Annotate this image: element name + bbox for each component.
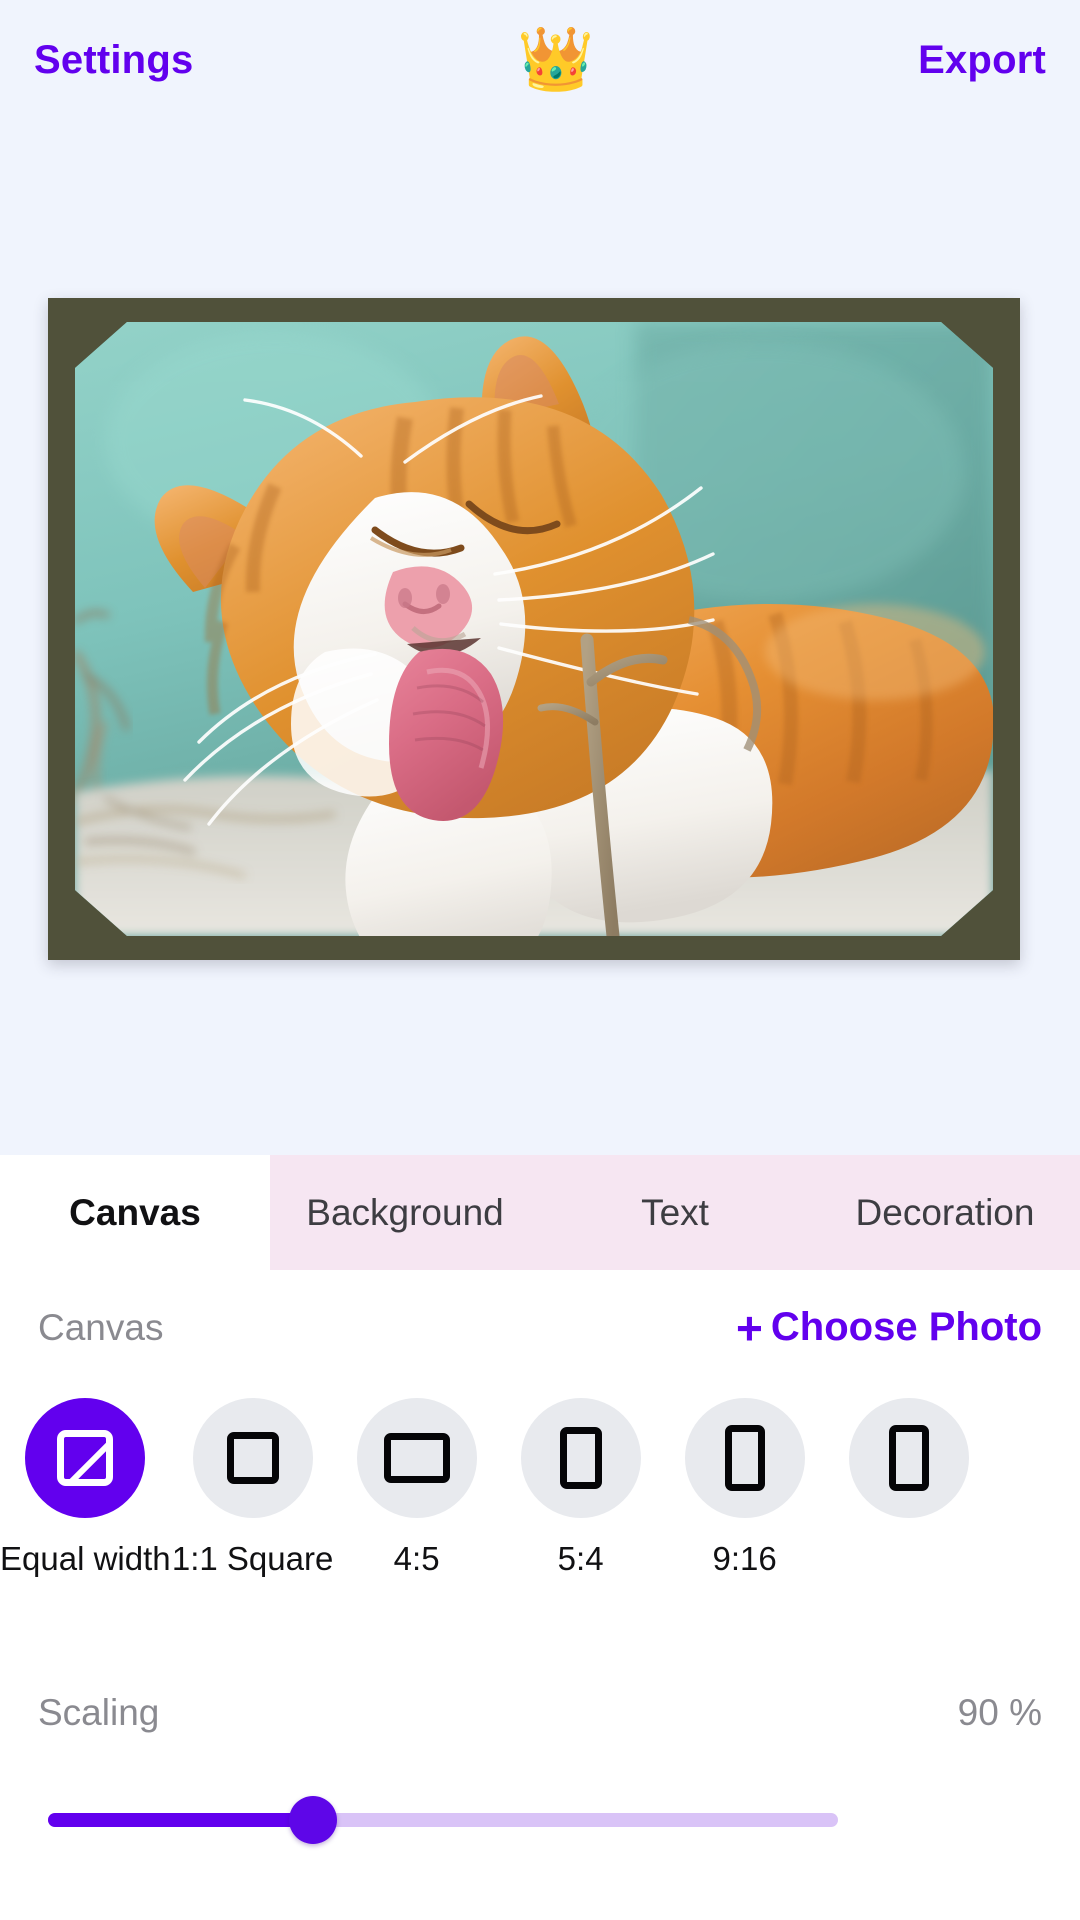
aspect-chip-1-1-square-label: 1:1 Square (171, 1540, 334, 1577)
aspect-ratio-list[interactable]: Equal width 1:1 Square 4:5 5:4 9:16 (0, 1398, 1080, 1628)
editor-panel: Canvas Background Text Decoration Canvas… (0, 1155, 1080, 1920)
tall-portrait-icon (724, 1425, 765, 1491)
square-icon (226, 1432, 279, 1484)
aspect-chip-9-16-label: 9:16 (712, 1540, 777, 1577)
aspect-chip-1-1-square-circle[interactable] (192, 1398, 313, 1518)
aspect-chip-overflow-circle[interactable] (848, 1398, 969, 1518)
tab-canvas[interactable]: Canvas (0, 1155, 270, 1270)
aspect-chip-equal-width[interactable]: Equal width (0, 1398, 171, 1578)
aspect-chip-4-5[interactable]: 4:5 (335, 1398, 499, 1578)
tab-decoration[interactable]: Decoration (810, 1155, 1080, 1270)
choose-photo-button[interactable]: + Choose Photo (736, 1305, 1042, 1351)
equal-width-icon (57, 1430, 114, 1486)
tab-text-label: Text (641, 1191, 709, 1233)
aspect-chip-overflow[interactable] (827, 1398, 991, 1540)
tab-text[interactable]: Text (540, 1155, 810, 1270)
choose-photo-label: Choose Photo (770, 1305, 1042, 1349)
tab-background[interactable]: Background (270, 1155, 540, 1270)
scaling-header: Scaling 90 % (0, 1655, 1080, 1770)
tab-decoration-label: Decoration (855, 1191, 1035, 1233)
canvas-section-title: Canvas (38, 1306, 164, 1348)
aspect-chip-9-16[interactable]: 9:16 (663, 1398, 827, 1578)
aspect-chip-5-4-circle[interactable] (520, 1398, 641, 1518)
editor-tabbar: Canvas Background Text Decoration (0, 1155, 1080, 1270)
photo-frame[interactable] (48, 298, 1020, 960)
tab-canvas-label: Canvas (69, 1191, 201, 1233)
aspect-chip-5-4[interactable]: 5:4 (499, 1398, 663, 1578)
scaling-value: 90 % (957, 1691, 1042, 1733)
aspect-chip-4-5-circle[interactable] (356, 1398, 477, 1518)
aspect-chip-1-1-square[interactable]: 1:1 Square (171, 1398, 335, 1578)
canvas-section-header: Canvas + Choose Photo (0, 1270, 1080, 1385)
aspect-chip-equal-width-label: Equal width (0, 1540, 171, 1577)
landscape-rect-icon (383, 1433, 450, 1483)
app-root: Settings 👑 Export Canvas Background Text… (0, 0, 1080, 1920)
app-header: Settings 👑 Export (0, 0, 1080, 120)
scaling-slider-fill (48, 1813, 313, 1827)
portrait-rect-icon (559, 1427, 602, 1489)
scaling-label: Scaling (38, 1691, 160, 1733)
settings-button[interactable]: Settings (34, 38, 193, 83)
photo-preview[interactable] (75, 322, 993, 936)
scaling-slider[interactable] (48, 1780, 838, 1860)
aspect-chip-9-16-circle[interactable] (684, 1398, 805, 1518)
aspect-chip-equal-width-circle[interactable] (25, 1398, 146, 1518)
crown-icon: 👑 (517, 25, 595, 94)
export-button[interactable]: Export (918, 38, 1046, 83)
cat-photo (75, 322, 993, 936)
tab-background-label: Background (306, 1191, 504, 1233)
plus-icon: + (736, 1301, 763, 1354)
aspect-chip-4-5-label: 4:5 (393, 1540, 440, 1577)
aspect-chip-5-4-label: 5:4 (557, 1540, 604, 1577)
photo-stage (0, 120, 1080, 1155)
tall-portrait-icon (888, 1425, 929, 1491)
scaling-slider-thumb[interactable] (288, 1796, 337, 1844)
